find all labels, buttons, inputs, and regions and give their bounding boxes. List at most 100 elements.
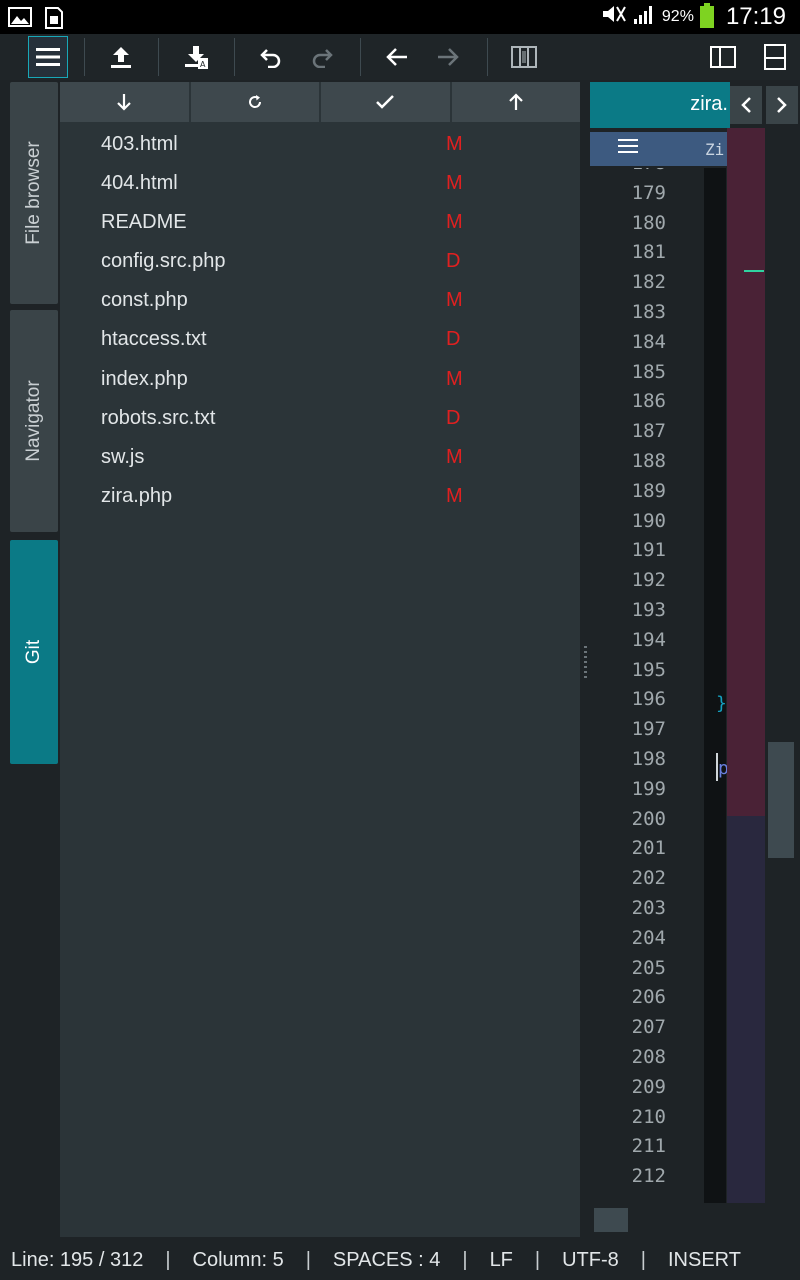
forward-button[interactable] xyxy=(423,34,473,80)
toolbar-divider xyxy=(487,38,488,76)
mode-indicator[interactable]: INSERT xyxy=(668,1240,741,1280)
file-status-badge: M xyxy=(446,289,463,312)
line-number: 210 xyxy=(631,1105,666,1128)
encoding-indicator[interactable]: UTF-8 xyxy=(562,1240,619,1280)
push-button[interactable] xyxy=(451,82,580,122)
git-panel: 403.html M 404.html M README Mconfig.src.php D… xyxy=(60,82,580,1237)
tab-label: Git xyxy=(23,639,44,665)
file-row[interactable]: README M xyxy=(60,203,580,242)
minimap[interactable] xyxy=(727,128,765,1203)
editor-tab[interactable]: zira. xyxy=(590,82,730,128)
line-number: 188 xyxy=(631,450,666,472)
line-number: 202 xyxy=(631,867,666,890)
tab-navigator[interactable]: Navigator xyxy=(10,310,58,532)
line-number: 185 xyxy=(631,360,666,383)
file-row[interactable]: const.php M xyxy=(60,281,580,320)
commit-icon xyxy=(376,95,395,109)
divider: | xyxy=(640,1249,646,1271)
vertical-scrollbar[interactable] xyxy=(768,742,794,858)
line-number: 191 xyxy=(631,539,666,562)
minimap-highlight xyxy=(727,128,765,816)
save-button[interactable]: A xyxy=(171,34,221,80)
split-horizontal-icon xyxy=(764,44,786,70)
line-number: 194 xyxy=(631,628,666,651)
line-number: 187 xyxy=(631,420,666,443)
line-number: 205 xyxy=(631,956,666,979)
upload-icon xyxy=(111,47,131,68)
editor-symbol-bar[interactable]: Zi xyxy=(590,132,728,166)
file-row[interactable]: 403.html M xyxy=(60,125,580,164)
file-status-badge: M xyxy=(446,367,463,390)
line-number: 195 xyxy=(631,658,666,681)
tab-next-button[interactable] xyxy=(766,86,798,124)
battery-icon xyxy=(699,3,714,28)
line-number: 180 xyxy=(631,211,666,234)
line-number: 179 xyxy=(631,181,666,204)
line-number: 183 xyxy=(631,301,666,323)
line-number: 204 xyxy=(631,926,666,949)
commit-button[interactable] xyxy=(321,82,450,122)
column-indicator: Column: 5 xyxy=(192,1249,284,1271)
file-status-badge: M xyxy=(446,172,463,195)
line-number: 181 xyxy=(631,241,666,264)
file-row[interactable]: htaccess.txt D xyxy=(60,320,580,359)
redo-icon xyxy=(312,49,333,68)
upload-button[interactable] xyxy=(96,34,146,80)
status-bar: 92% 17:19 xyxy=(0,0,800,34)
changed-files-list: 403.html M 404.html M README Mconfig.src.php D… xyxy=(60,125,580,516)
indent-indicator[interactable]: SPACES : 4 xyxy=(333,1240,440,1280)
editor-tab-bar: zira. xyxy=(590,82,800,128)
back-button[interactable] xyxy=(372,34,422,80)
file-name: const.php xyxy=(101,289,188,312)
editor-pane: zira. Zi 178 179 180 181 182 183 184 185 186 187 1… xyxy=(590,82,800,1237)
split-horizontal-button[interactable] xyxy=(750,34,800,80)
file-row[interactable]: sw.js M xyxy=(60,438,580,477)
refresh-button[interactable] xyxy=(190,82,319,122)
file-status-badge: D xyxy=(446,328,461,351)
divider: | xyxy=(534,1249,541,1271)
line-number: 182 xyxy=(631,271,666,294)
file-row[interactable]: zira.php M xyxy=(60,477,580,516)
back-arrow-icon xyxy=(386,48,407,66)
redo-button[interactable] xyxy=(297,34,347,80)
file-name: index.php xyxy=(101,367,188,390)
line-number: 186 xyxy=(631,390,666,413)
line-number: 178 xyxy=(632,168,666,174)
file-status-badge: D xyxy=(446,250,461,273)
columns-button[interactable] xyxy=(499,34,549,80)
code-brace: } xyxy=(716,693,727,714)
tab-prev-button[interactable] xyxy=(730,86,762,124)
save-icon: A xyxy=(185,46,208,69)
line-number: 203 xyxy=(631,897,666,919)
split-vertical-icon xyxy=(710,46,736,68)
gallery-icon xyxy=(8,6,32,35)
file-row[interactable]: robots.src.txt D xyxy=(60,399,580,438)
file-row[interactable]: config.src.php D xyxy=(60,242,580,281)
eol-indicator[interactable]: LF xyxy=(490,1240,513,1280)
tab-file-browser[interactable]: File browser xyxy=(10,82,58,304)
divider: | xyxy=(462,1249,468,1271)
push-icon xyxy=(508,93,523,110)
line-number: 212 xyxy=(631,1165,666,1188)
code-area[interactable]: } p xyxy=(704,168,729,1203)
undo-icon xyxy=(260,49,281,68)
file-row[interactable]: 404.html M xyxy=(60,164,580,203)
line-number: 193 xyxy=(631,599,666,621)
pull-button[interactable] xyxy=(60,82,189,122)
menu-button[interactable] xyxy=(28,36,68,78)
minimap-marker xyxy=(744,270,764,272)
undo-button[interactable] xyxy=(246,34,296,80)
split-vertical-button[interactable] xyxy=(698,34,748,80)
tab-git[interactable]: Git xyxy=(10,540,58,764)
line-indicator[interactable]: Line: 195 / 312 xyxy=(11,1240,143,1280)
line-number: 184 xyxy=(631,330,666,353)
divider: | xyxy=(305,1249,311,1271)
toolbar: A xyxy=(0,34,800,80)
file-status-badge: M xyxy=(446,211,463,234)
file-name: sw.js xyxy=(101,445,145,468)
file-row[interactable]: index.php M xyxy=(60,360,580,399)
horizontal-scrollbar[interactable] xyxy=(594,1208,628,1232)
panel-splitter-handle[interactable] xyxy=(584,646,587,680)
pull-icon xyxy=(117,94,132,111)
mute-icon xyxy=(600,3,626,31)
